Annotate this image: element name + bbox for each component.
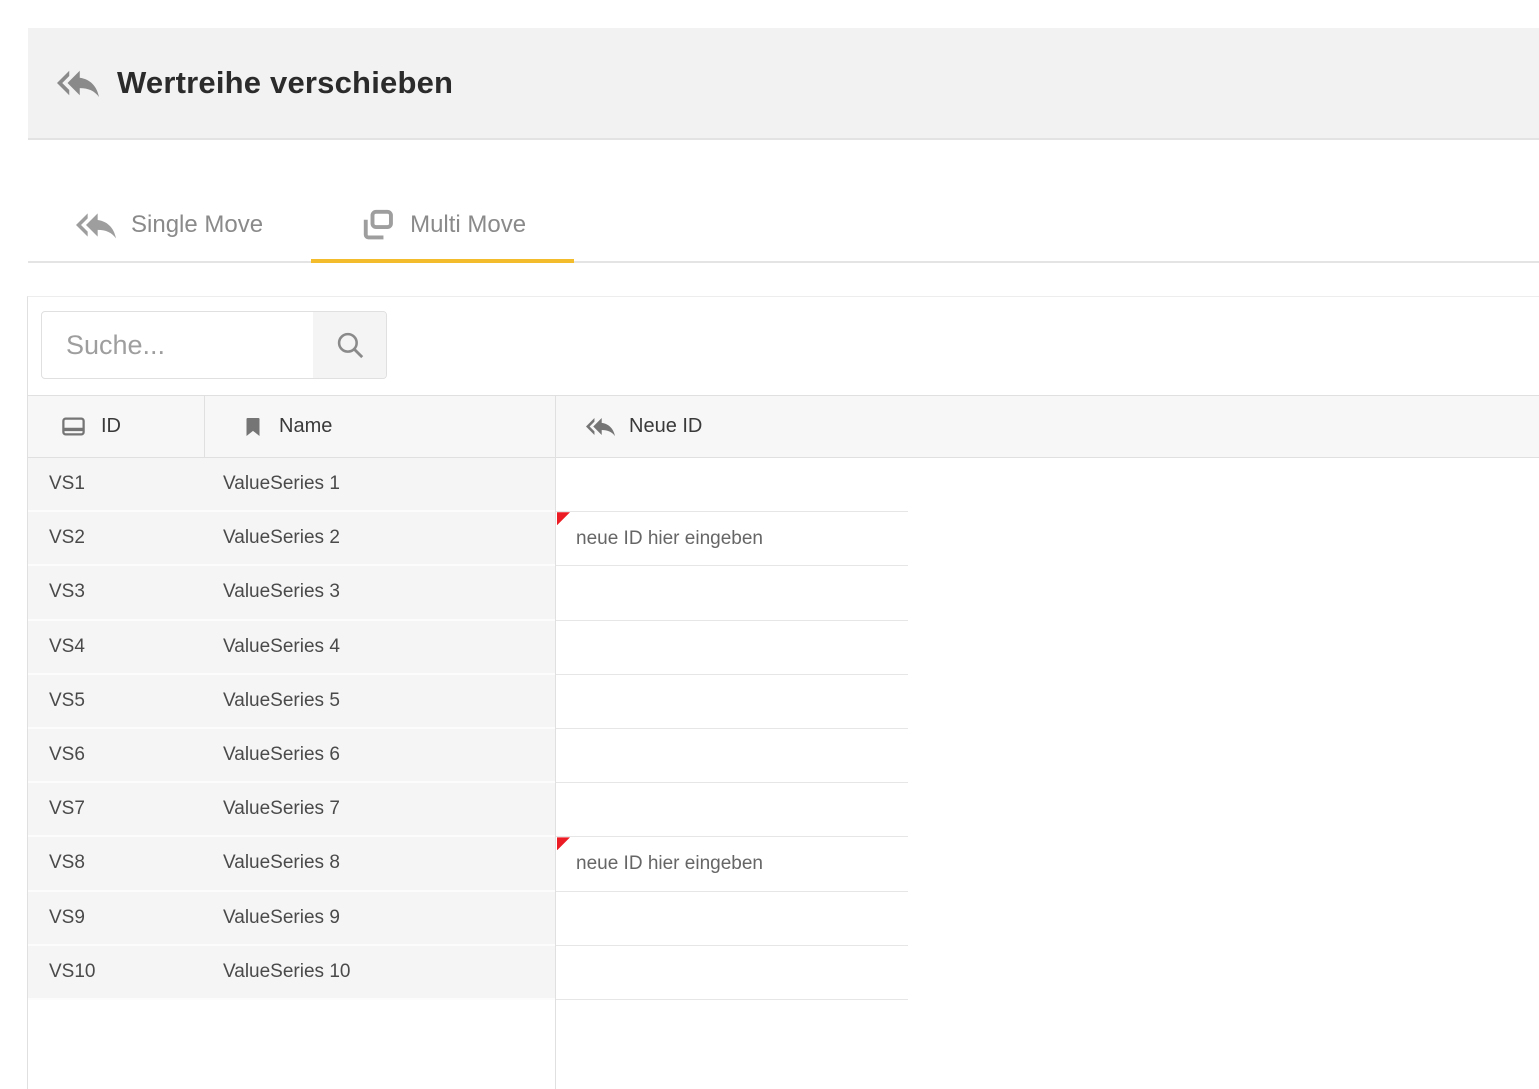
cell-neue-id[interactable] [556,946,908,1000]
cell-id: VS2 [28,512,205,566]
table-row: VS1 ValueSeries 1 [28,458,1539,512]
tab-bar: Single Move Multi Move [28,188,1539,263]
move-reply-all-icon [57,62,99,104]
cell-neue-id[interactable] [556,458,908,512]
column-label: Name [279,415,332,438]
tab-multi-move[interactable]: Multi Move [311,188,574,261]
cell-name: ValueSeries 3 [205,566,555,620]
neue-id-text: neue ID hier eingeben [576,853,763,875]
cell-id: VS9 [28,892,205,946]
dirty-marker-icon [557,837,570,850]
column-header-neue-id[interactable]: Neue ID [556,396,1539,457]
table-row: VS6 ValueSeries 6 [28,729,1539,783]
cell-neue-id[interactable] [556,892,908,946]
neue-id-text: neue ID hier eingeben [576,528,763,550]
cell-id: VS4 [28,621,205,675]
cell-neue-id[interactable] [556,621,908,675]
multi-move-layers-icon [359,207,395,243]
cell-id: VS7 [28,783,205,837]
table-body: VS1 ValueSeries 1 VS2 ValueSeries 2 neue… [28,458,1539,1000]
column-label: Neue ID [629,415,702,438]
search-icon [333,328,367,362]
table-row: VS3 ValueSeries 3 [28,566,1539,620]
page-title: Wertreihe verschieben [117,65,453,101]
cell-id: VS6 [28,729,205,783]
move-reply-all-icon [586,412,615,441]
column-label: ID [101,415,121,438]
tab-label: Single Move [131,211,263,239]
column-header-id[interactable]: ID [28,396,205,457]
table-row: VS4 ValueSeries 4 [28,621,1539,675]
cell-id: VS5 [28,675,205,729]
single-move-reply-all-icon [76,205,116,245]
bookmark-icon [241,415,265,439]
tab-label: Multi Move [410,211,526,239]
cell-name: ValueSeries 6 [205,729,555,783]
column-header-name[interactable]: Name [205,396,556,457]
cell-id: VS10 [28,946,205,1000]
dirty-marker-icon [557,512,570,525]
search-input[interactable] [42,312,313,378]
cell-neue-id[interactable] [556,566,908,620]
cell-neue-id[interactable] [556,729,908,783]
cell-neue-id[interactable]: neue ID hier eingeben [556,512,908,566]
cell-id: VS8 [28,837,205,891]
card-icon [60,413,87,440]
cell-name: ValueSeries 2 [205,512,555,566]
search-box [41,311,387,379]
table-row: VS8 ValueSeries 8 neue ID hier eingeben [28,837,1539,891]
cell-neue-id[interactable] [556,675,908,729]
cell-neue-id[interactable]: neue ID hier eingeben [556,837,908,891]
cell-name: ValueSeries 10 [205,946,555,1000]
cell-name: ValueSeries 5 [205,675,555,729]
multi-move-panel: ID Name Neue ID VS1 ValueSeries 1 [27,296,1539,1089]
table-row: VS5 ValueSeries 5 [28,675,1539,729]
cell-name: ValueSeries 1 [205,458,555,512]
table-row: VS9 ValueSeries 9 [28,892,1539,946]
cell-id: VS1 [28,458,205,512]
search-button[interactable] [313,312,386,378]
cell-name: ValueSeries 8 [205,837,555,891]
cell-id: VS3 [28,566,205,620]
cell-name: ValueSeries 9 [205,892,555,946]
table-row: VS2 ValueSeries 2 neue ID hier eingeben [28,512,1539,566]
table-row: VS10 ValueSeries 10 [28,946,1539,1000]
cell-name: ValueSeries 7 [205,783,555,837]
table-header: ID Name Neue ID [28,395,1539,458]
title-bar: Wertreihe verschieben [28,28,1539,140]
tab-single-move[interactable]: Single Move [28,188,311,261]
cell-neue-id[interactable] [556,783,908,837]
cell-name: ValueSeries 4 [205,621,555,675]
table-row: VS7 ValueSeries 7 [28,783,1539,837]
